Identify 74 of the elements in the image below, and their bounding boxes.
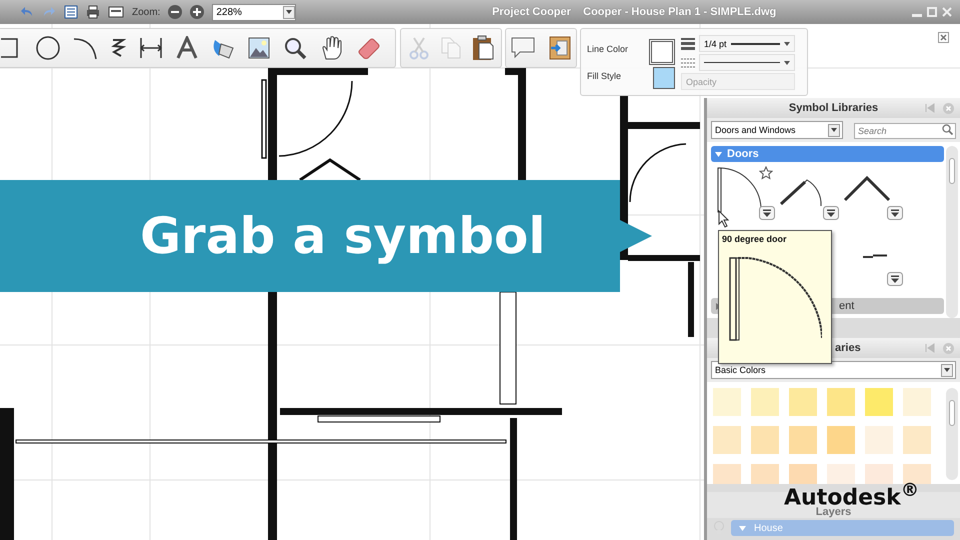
color-swatch[interactable] <box>903 426 931 454</box>
arc-icon[interactable] <box>73 36 97 60</box>
color-swatch[interactable] <box>903 388 931 416</box>
line-weight-dropdown[interactable]: 1/4 pt <box>699 35 795 52</box>
palette-dropdown[interactable]: Basic Colors <box>711 361 956 379</box>
squiggle-icon[interactable] <box>110 37 126 59</box>
door-symbol-icon[interactable] <box>863 254 887 258</box>
dropdown-icon[interactable] <box>759 206 775 220</box>
clipboard-icon[interactable] <box>472 35 494 61</box>
library-dropdown[interactable]: Doors and Windows <box>711 121 843 139</box>
panel-title: Symbol Libraries <box>788 102 878 114</box>
star-icon[interactable] <box>759 166 773 180</box>
color-swatch[interactable] <box>865 426 893 454</box>
line-weight-icon <box>681 38 695 50</box>
caret-down-icon <box>739 524 746 532</box>
close-icon[interactable] <box>938 32 949 43</box>
dropdown-icon[interactable] <box>823 206 839 220</box>
import-icon[interactable] <box>548 36 572 60</box>
tooltip-title: 90 degree door <box>722 234 788 244</box>
color-swatch[interactable] <box>789 464 817 484</box>
color-swatch[interactable] <box>827 464 855 484</box>
color-swatch[interactable] <box>827 426 855 454</box>
caret-down-icon <box>715 150 722 158</box>
zoom-combo-box[interactable]: 228% <box>212 4 296 20</box>
window-icon[interactable] <box>108 5 124 19</box>
speech-bubble-icon[interactable] <box>510 36 536 60</box>
fill-color-swatch[interactable] <box>653 67 675 89</box>
layer-name: House <box>754 522 783 534</box>
search-icon <box>942 124 953 135</box>
color-swatch[interactable] <box>827 388 855 416</box>
zoom-label: Zoom: <box>132 6 160 18</box>
dimension-icon[interactable] <box>139 36 163 60</box>
color-swatch[interactable] <box>865 464 893 484</box>
list-icon[interactable] <box>64 5 78 19</box>
color-swatch[interactable] <box>751 388 779 416</box>
color-swatch[interactable] <box>751 426 779 454</box>
scrollbar[interactable] <box>946 388 958 480</box>
search-field[interactable]: Search <box>854 123 956 139</box>
minus-icon <box>168 5 182 19</box>
roof-outline <box>299 158 361 182</box>
line-style-icon <box>681 56 695 68</box>
color-swatch[interactable] <box>713 464 741 484</box>
panel-title: Layers <box>816 506 852 518</box>
cursor-icon <box>718 210 730 228</box>
dropdown-icon[interactable] <box>887 206 903 220</box>
panel-title: aries <box>835 342 861 354</box>
line-color-swatch[interactable] <box>649 39 675 65</box>
scrollbar[interactable] <box>946 146 958 318</box>
maximize-icon[interactable] <box>926 7 937 17</box>
plus-icon <box>190 5 204 19</box>
search-icon[interactable] <box>283 36 307 60</box>
text-icon[interactable] <box>176 36 198 60</box>
zoom-out-button[interactable] <box>168 5 182 19</box>
print-icon[interactable] <box>86 5 100 19</box>
color-swatch[interactable] <box>789 426 817 454</box>
dropdown-icon[interactable] <box>887 272 903 286</box>
color-swatch[interactable] <box>865 388 893 416</box>
door-swing-arc <box>629 143 686 202</box>
fill-style-label: Fill Style <box>587 70 622 80</box>
line-style-dropdown[interactable] <box>699 54 795 71</box>
color-swatch[interactable] <box>713 388 741 416</box>
color-swatch[interactable] <box>751 464 779 484</box>
line-color-label: Line Color <box>587 44 630 54</box>
color-swatch[interactable] <box>789 388 817 416</box>
color-swatch[interactable] <box>713 426 741 454</box>
image-icon[interactable] <box>248 37 270 59</box>
banner-text: Grab a symbol <box>140 207 546 265</box>
eraser-icon[interactable] <box>357 36 381 60</box>
window-title: Project Cooper Cooper - House Plan 1 - SIMPLE.dwg <box>491 6 776 18</box>
hand-icon[interactable] <box>320 35 344 61</box>
circle-icon[interactable] <box>36 36 60 60</box>
zoom-in-button[interactable] <box>190 5 204 19</box>
opacity-field[interactable]: Opacity <box>681 73 795 90</box>
color-swatch[interactable] <box>903 464 931 484</box>
